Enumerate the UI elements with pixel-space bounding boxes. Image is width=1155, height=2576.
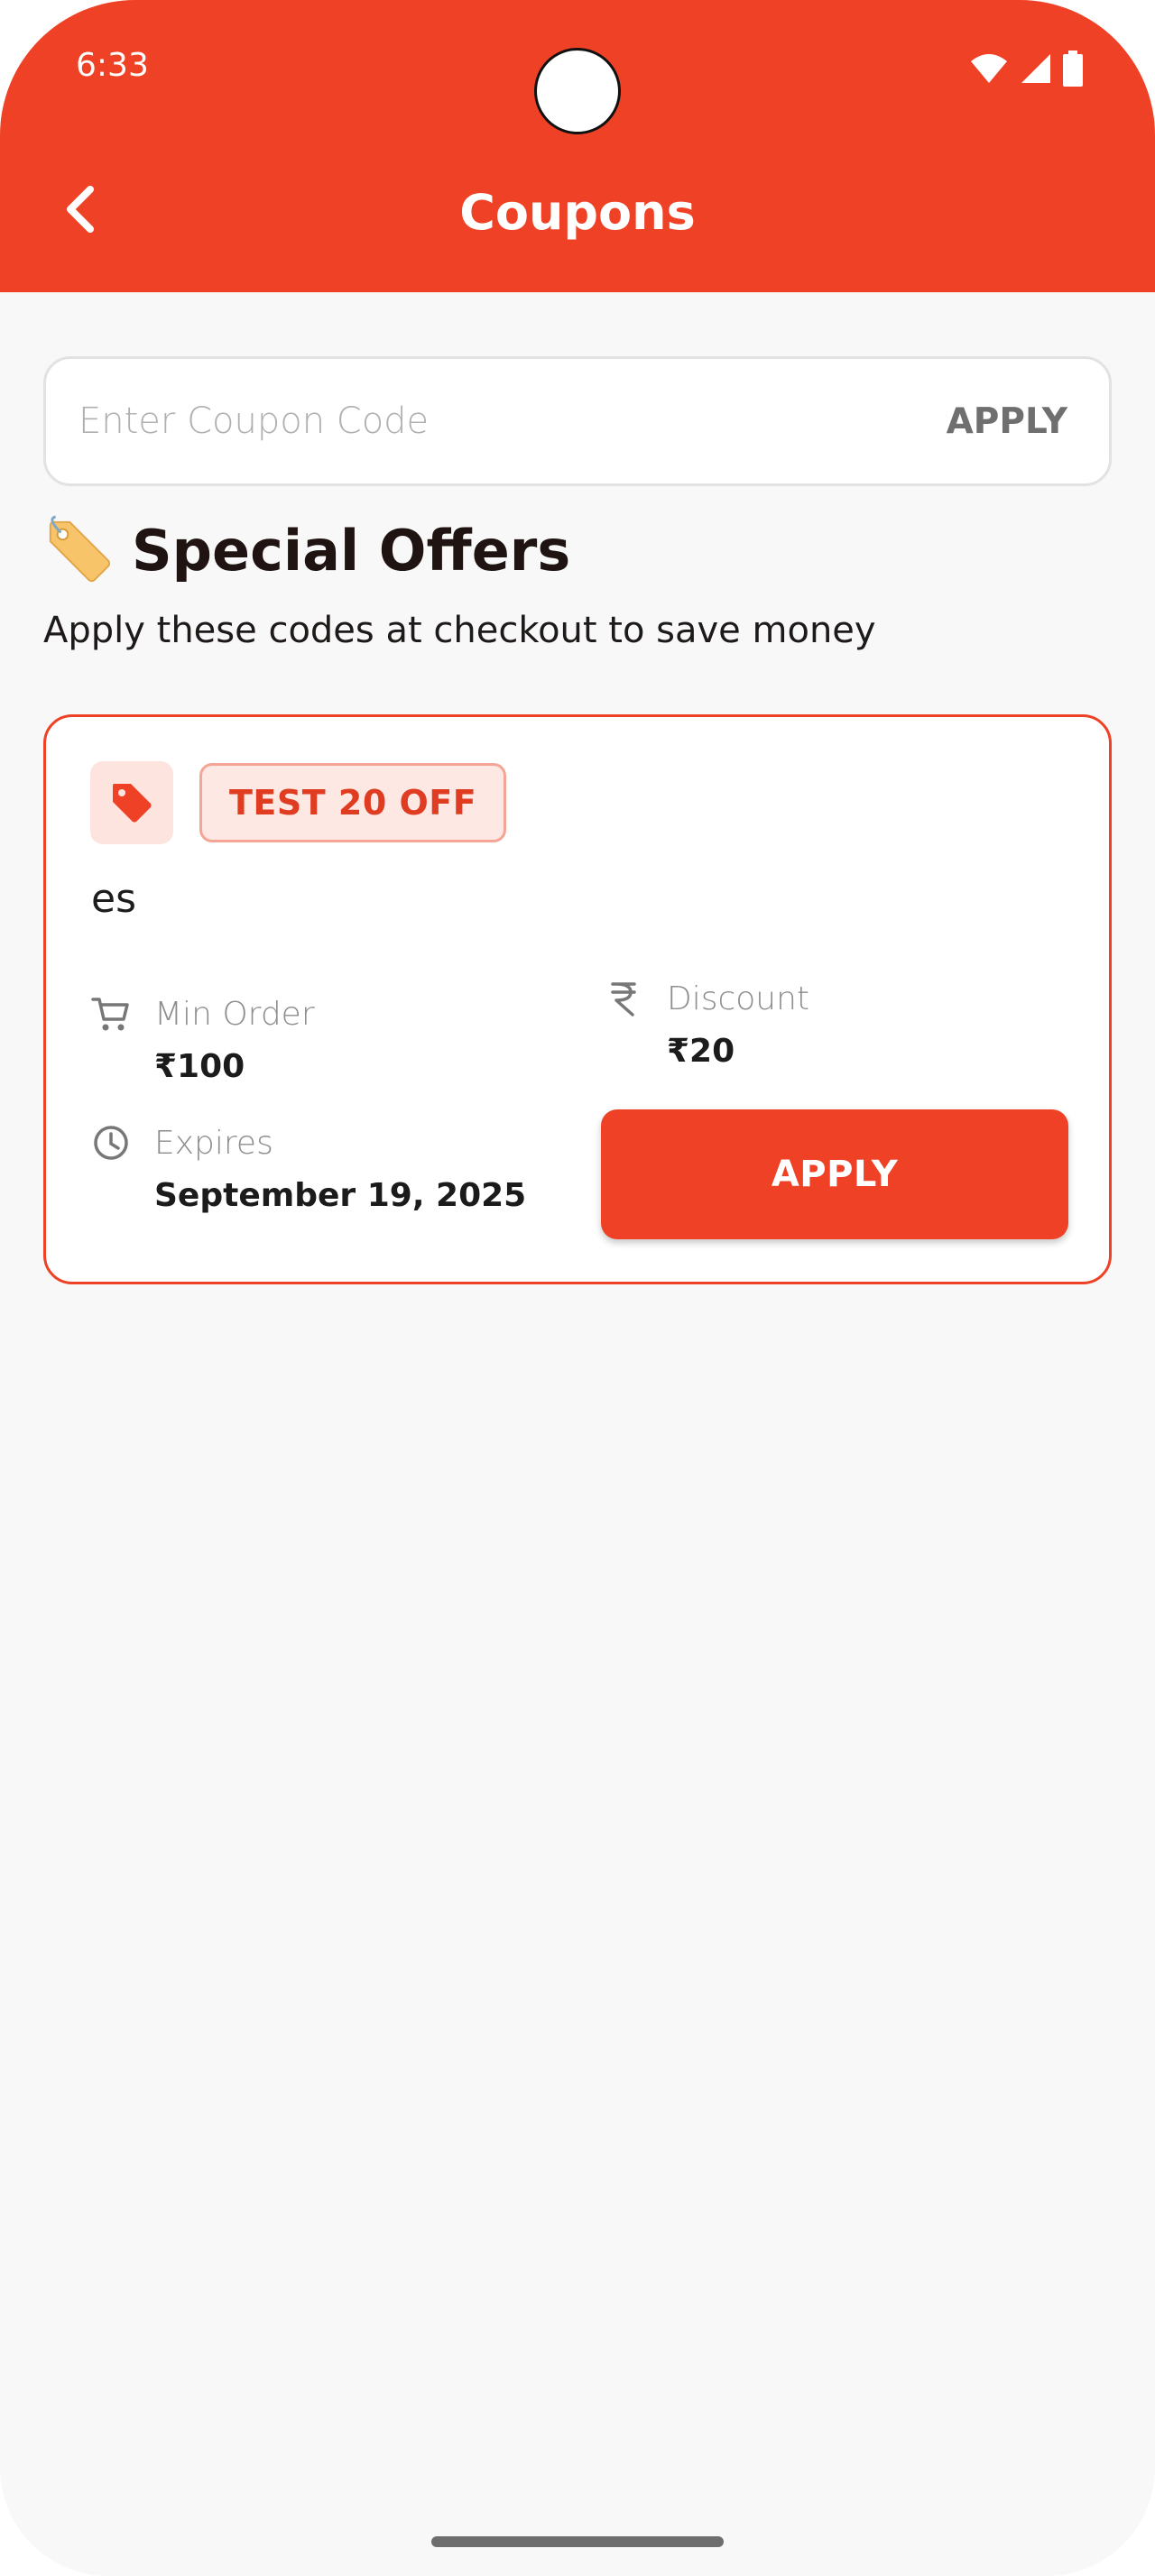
wifi-icon: [971, 54, 1007, 83]
coupon-card: TEST 20 OFF es Min Order ₹100 Discount ₹…: [43, 714, 1112, 1284]
apply-coupon-button[interactable]: APPLY: [601, 1109, 1068, 1239]
cart-icon: [91, 998, 129, 1031]
rupee-icon: [611, 982, 636, 1017]
section-header: Special Offers: [43, 514, 570, 586]
app-screen: 6:33 Coupons APPLY: [0, 0, 1155, 2576]
status-time: 6:33: [76, 47, 149, 84]
price-tag-icon: [49, 515, 111, 583]
expires-label: Expires: [154, 1125, 273, 1162]
coupon-description: es: [91, 876, 136, 922]
tag-icon: [113, 784, 152, 823]
coupon-tag-tile: [90, 761, 173, 844]
expires-value: September 19, 2025: [154, 1177, 527, 1214]
discount-value: ₹20: [667, 1033, 735, 1070]
coupon-input-apply-button[interactable]: APPLY: [947, 359, 1067, 483]
signal-icon: [1021, 54, 1050, 83]
coupon-code-badge: TEST 20 OFF: [199, 763, 507, 842]
app-header: 6:33 Coupons: [0, 0, 1155, 292]
battery-icon: [1063, 51, 1083, 87]
page-title: Coupons: [459, 184, 696, 241]
clock-icon: [94, 1126, 128, 1160]
discount-label: Discount: [667, 980, 810, 1017]
coupon-input-container: APPLY: [43, 356, 1112, 486]
camera-cutout: [534, 48, 621, 134]
home-indicator[interactable]: [431, 2536, 724, 2547]
status-icons: [969, 51, 1083, 87]
coupon-code-input[interactable]: [79, 359, 891, 483]
section-title: Special Offers: [132, 517, 571, 584]
min-order-value: ₹100: [154, 1048, 245, 1085]
section-subtitle: Apply these codes at checkout to save mo…: [43, 610, 876, 651]
min-order-label: Min Order: [154, 996, 315, 1033]
